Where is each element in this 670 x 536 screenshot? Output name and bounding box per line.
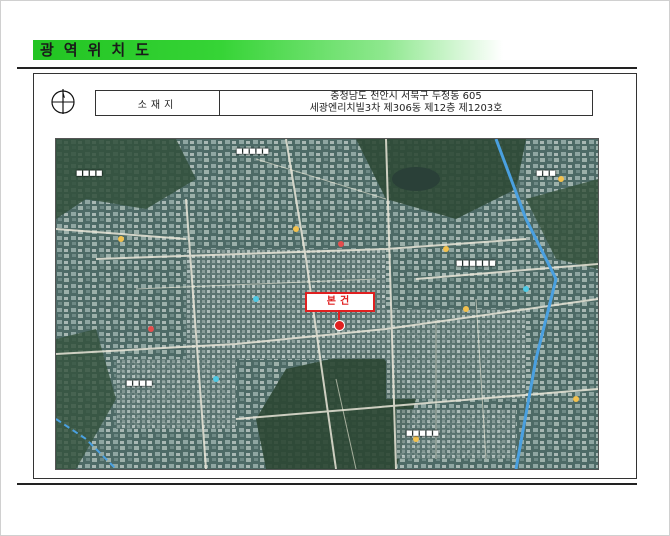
map-label: ■■■■: [76, 169, 103, 177]
map-label: ■■■■: [126, 379, 153, 387]
subject-property-pin-icon: [334, 320, 345, 331]
map-label: ■■■■■: [406, 429, 440, 437]
address-line-2: 세광엔리치빌3차 제306동 제12층 제1203호: [309, 103, 503, 114]
address-label: 소재지: [96, 91, 220, 115]
address-table: 소재지 충청남도 천안시 서북구 두정동 605 세광엔리치빌3차 제306동 …: [95, 90, 593, 116]
bottom-divider: [17, 483, 637, 485]
address-line-1: 충청남도 천안시 서북구 두정동 605: [330, 91, 482, 102]
north-compass-icon: [51, 89, 75, 114]
page-title: 광역위치도: [40, 41, 160, 59]
address-value: 충청남도 천안시 서북구 두정동 605 세광엔리치빌3차 제306동 제12층…: [220, 91, 592, 115]
map-label: ■■■■■: [236, 147, 270, 155]
map-label: ■■■: [536, 169, 556, 177]
subject-property-marker-label: 본건: [305, 292, 375, 312]
top-divider: [17, 67, 637, 69]
map-label: ■■■■■■: [456, 259, 496, 267]
